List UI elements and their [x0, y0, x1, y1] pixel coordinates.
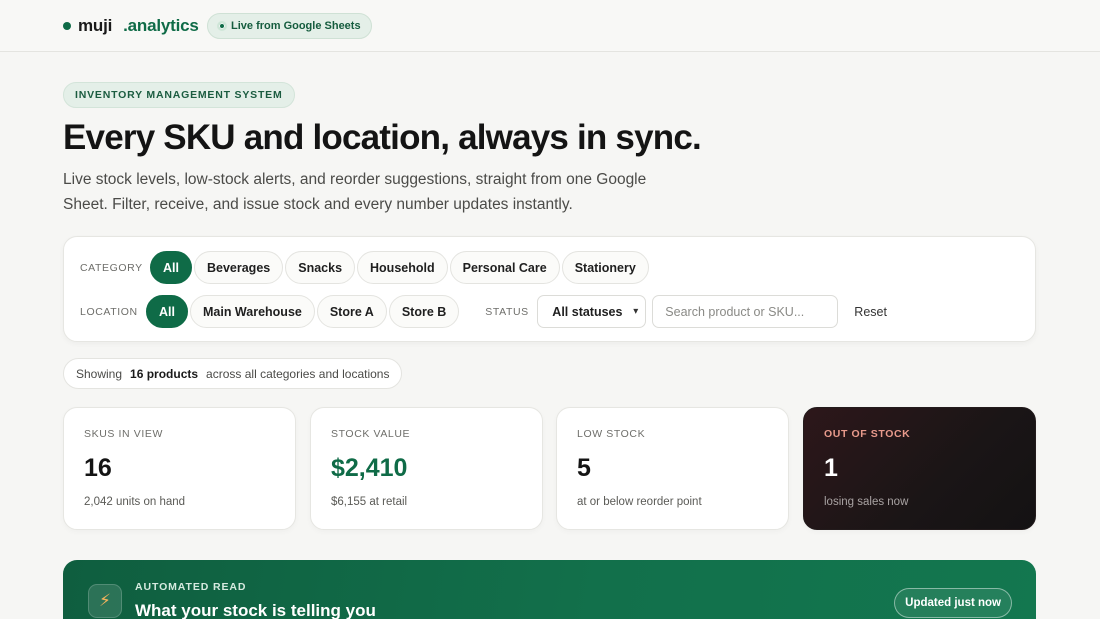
live-status-label: Live from Google Sheets	[231, 20, 361, 32]
kpi-card-skus: SKUS IN VIEW 16 2,042 units on hand	[63, 407, 296, 530]
status-label: STATUS	[485, 305, 529, 318]
filter-panel: CATEGORY All Beverages Snacks Household …	[63, 236, 1036, 342]
category-chip-beverages[interactable]: Beverages	[193, 251, 284, 284]
kpi-label: STOCK VALUE	[331, 428, 411, 440]
kpi-value: 5	[577, 454, 591, 482]
kpi-sub: at or below reorder point	[577, 496, 702, 508]
kpi-sub: losing sales now	[824, 496, 909, 508]
top-bar: muji .analytics Live from Google Sheets	[0, 0, 1100, 52]
location-filter-row: LOCATION All Main Warehouse Store A Stor…	[80, 295, 887, 328]
kpi-sub: $6,155 at retail	[331, 496, 408, 508]
results-summary: Showing 16 products across all categorie…	[63, 358, 403, 389]
brand-logo[interactable]: muji .analytics	[63, 16, 199, 36]
brand-name: muji	[78, 16, 113, 35]
live-dot-icon	[217, 21, 227, 31]
page-subtitle: Live stock levels, low-stock alerts, and…	[63, 171, 647, 213]
chevron-down-icon: ▾	[633, 306, 639, 317]
category-chip-all[interactable]: All	[150, 251, 192, 284]
status-select[interactable]: All statuses ▾	[537, 295, 647, 328]
automated-read-eyebrow: AUTOMATED READ	[135, 581, 247, 593]
hero-eyebrow: INVENTORY MANAGEMENT SYSTEM	[63, 82, 295, 108]
kpi-label: OUT OF STOCK	[824, 428, 911, 440]
status-select-value: All statuses	[552, 304, 623, 319]
reset-button[interactable]: Reset	[854, 305, 887, 319]
automated-read-title: What your stock is telling you	[135, 601, 376, 619]
location-label: LOCATION	[80, 305, 138, 318]
location-chip-all[interactable]: All	[146, 295, 188, 328]
kpi-label: SKUS IN VIEW	[84, 428, 163, 440]
kpi-label: LOW STOCK	[577, 428, 646, 440]
location-chip-main-warehouse[interactable]: Main Warehouse	[189, 295, 315, 328]
updated-badge: Updated just now	[894, 588, 1012, 618]
kpi-value: 16	[84, 454, 112, 482]
category-chip-stationery[interactable]: Stationery	[561, 251, 649, 284]
category-chip-snacks[interactable]: Snacks	[285, 251, 356, 284]
lightning-icon: ⚡	[88, 584, 122, 618]
search-input[interactable]	[652, 295, 839, 328]
page-title: Every SKU and location, always in sync.	[63, 118, 702, 157]
kpi-card-out-of-stock: OUT OF STOCK 1 losing sales now	[803, 407, 1036, 530]
results-count: 16 products	[130, 366, 199, 381]
kpi-value: 1	[824, 454, 838, 482]
category-chip-personal-care[interactable]: Personal Care	[449, 251, 560, 284]
results-suffix: across all categories and locations	[206, 366, 390, 381]
kpi-value: $2,410	[331, 454, 408, 482]
location-chip-store-a[interactable]: Store A	[316, 295, 387, 328]
kpi-card-stock-value: STOCK VALUE $2,410 $6,155 at retail	[310, 407, 543, 530]
brand-dot-icon	[63, 22, 71, 30]
location-chip-store-b[interactable]: Store B	[388, 295, 460, 328]
category-filter-row: CATEGORY All Beverages Snacks Household …	[80, 251, 651, 284]
live-status-badge: Live from Google Sheets	[207, 13, 372, 39]
results-prefix: Showing	[76, 366, 123, 381]
kpi-card-low-stock: LOW STOCK 5 at or below reorder point	[556, 407, 789, 530]
category-label: CATEGORY	[80, 261, 143, 274]
kpi-sub: 2,042 units on hand	[84, 496, 186, 508]
brand-accent: .analytics	[123, 16, 199, 35]
automated-read-panel: ⚡ AUTOMATED READ What your stock is tell…	[63, 560, 1036, 619]
category-chip-household[interactable]: Household	[357, 251, 448, 284]
